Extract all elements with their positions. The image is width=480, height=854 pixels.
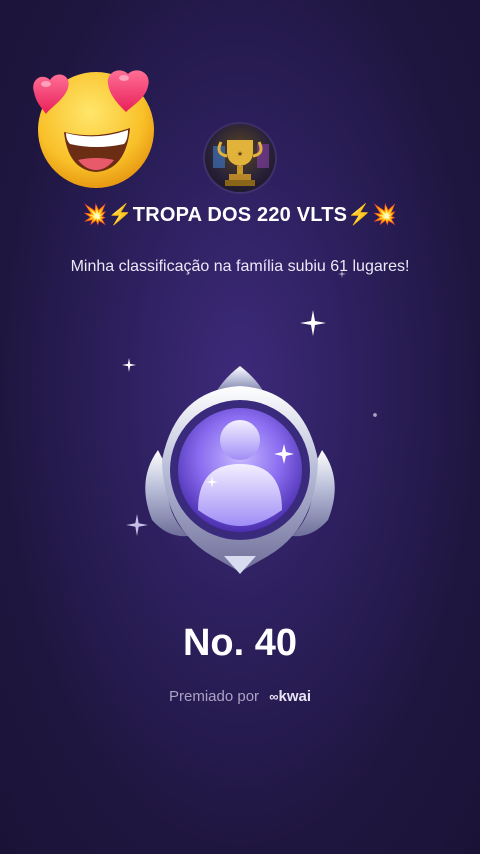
family-rank-badge-icon	[145, 366, 335, 574]
group-name: 💥⚡TROPA DOS 220 VLTS⚡💥	[82, 204, 398, 226]
rank-message: Minha classificação na família subiu 61 …	[70, 258, 410, 275]
awarded-by: Premiado por ∞kwai	[0, 688, 480, 705]
kwai-brand: kwai	[278, 688, 312, 705]
rank-number: No. 40	[182, 622, 298, 664]
sparkle-icon	[373, 413, 377, 417]
sparkle-icon	[338, 270, 346, 278]
kwai-logo-icon: ∞kwai	[269, 688, 312, 705]
svg-text:★: ★	[237, 150, 243, 158]
trophy-avatar-icon: ★	[213, 140, 269, 186]
awarded-by-label: Premiado por	[168, 688, 260, 705]
sparkle-icon	[300, 310, 326, 336]
heart-eyes-emoji-icon	[33, 70, 154, 188]
family-avatar[interactable]: ★	[205, 124, 275, 192]
